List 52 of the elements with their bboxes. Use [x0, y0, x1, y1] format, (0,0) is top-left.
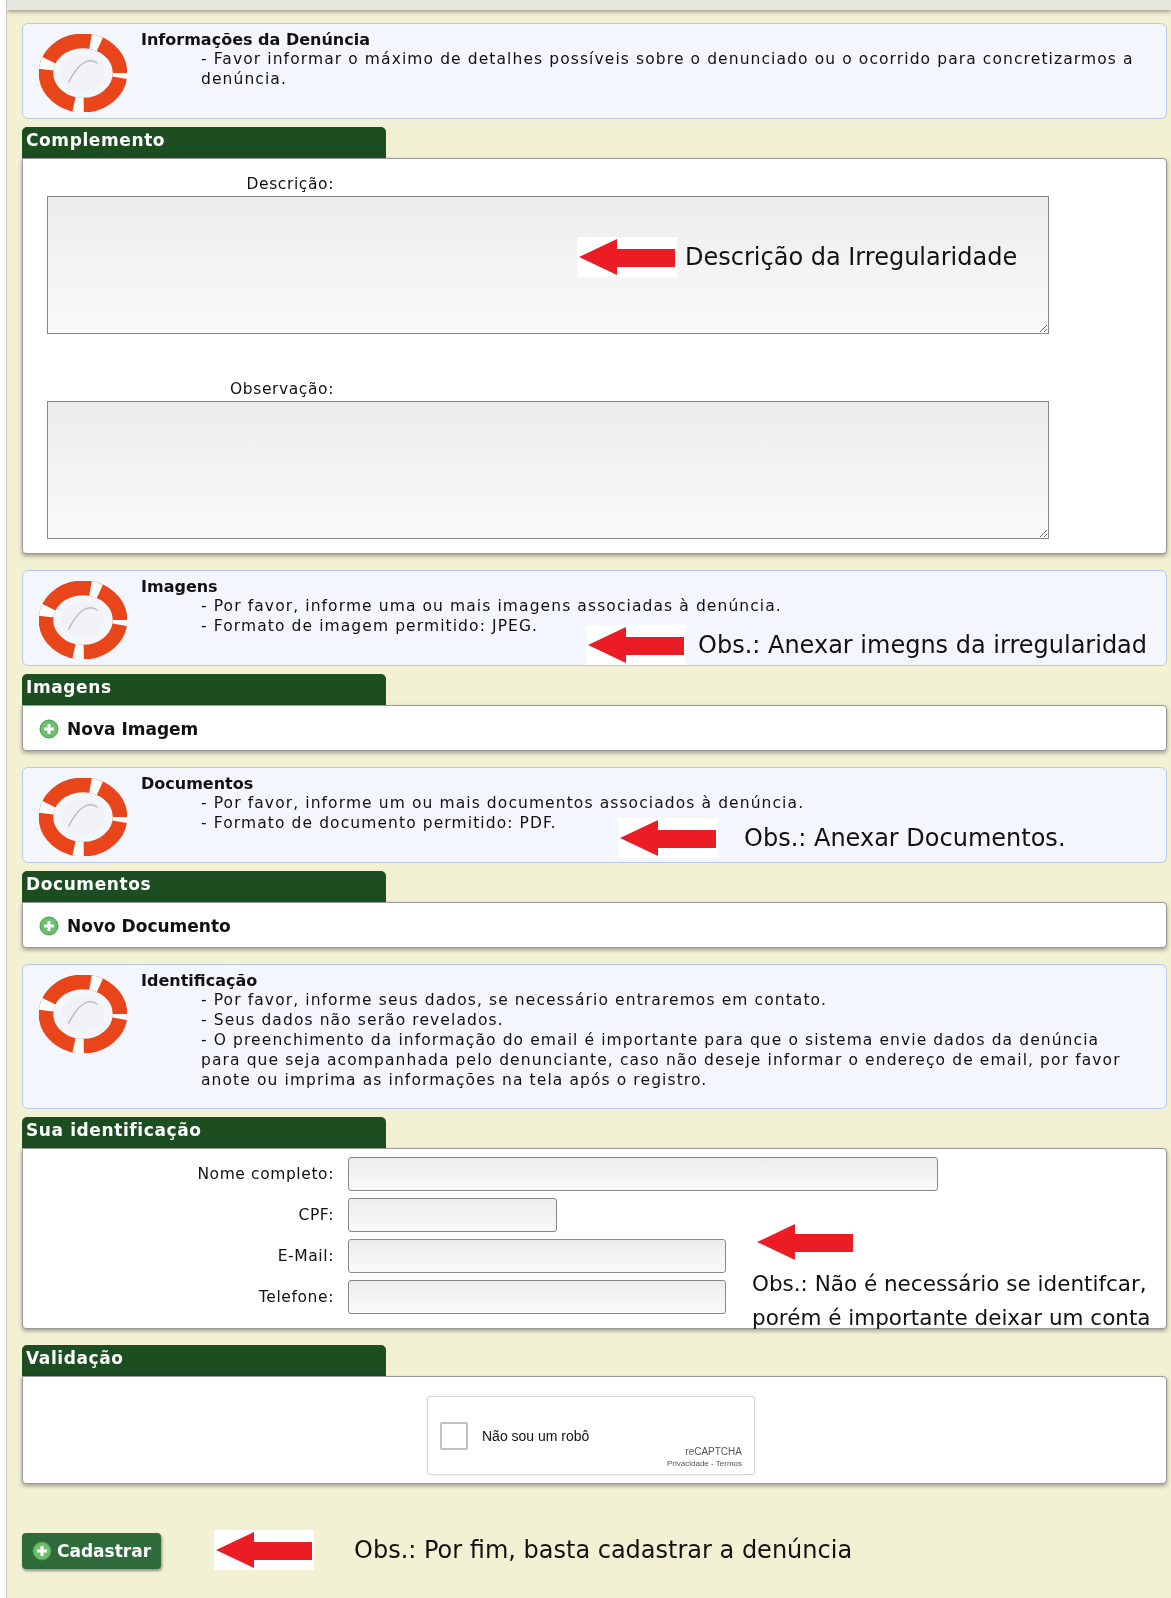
field-label: Telefone:: [257, 1288, 334, 1306]
annotation-text: Obs.: Não é necessário se identifcar,: [752, 1270, 1148, 1298]
field-label: Descrição:: [245, 175, 334, 193]
text-area[interactable]: [47, 196, 1049, 334]
section-header: Documentos: [22, 871, 386, 902]
brand-label: reCAPTCHA: [685, 1446, 742, 1457]
field-label: E-Mail:: [276, 1247, 334, 1265]
field-label: Observação:: [228, 380, 334, 398]
submit-button[interactable]: Cadastrar: [22, 1533, 162, 1569]
lifebuoy-icon: [39, 778, 127, 856]
info-text: - Formato de documento permitido: PDF.: [201, 813, 558, 833]
info-text: - Por favor, informe um ou mais documentos associados à denúncia.: [201, 793, 806, 813]
annotation-text: Obs.: Anexar imegns da irregularidad: [698, 630, 1148, 661]
arrow-icon: [214, 1530, 314, 1570]
info-text: - Formato de imagem permitido: JPEG.: [201, 616, 540, 636]
info-text: - Por favor, informe seus dados, se necessário entraremos em contato.: [201, 990, 828, 1010]
info-title: Identificação: [141, 971, 259, 990]
section-header: Imagens: [22, 674, 386, 705]
info-text: - Seus dados não serão revelados.: [201, 1010, 505, 1030]
arrow-icon: [577, 237, 677, 277]
input-field[interactable]: [348, 1157, 938, 1191]
input-field[interactable]: [348, 1239, 726, 1273]
plus-icon: [32, 1541, 52, 1561]
lifebuoy-icon: [39, 581, 127, 659]
privacy-terms-link[interactable]: Privacidade - Termos: [667, 1459, 742, 1468]
add-link[interactable]: Nova Imagem: [39, 719, 199, 739]
info-title: Imagens: [141, 577, 219, 596]
arrow-icon: [755, 1222, 855, 1262]
section-header: Validação: [22, 1345, 386, 1376]
info-title: Documentos: [141, 774, 255, 793]
annotation-text: Obs.: Anexar Documentos.: [744, 823, 1066, 854]
input-field[interactable]: [348, 1198, 557, 1232]
plus-icon: [39, 719, 59, 739]
field-label: Nome completo:: [196, 1165, 334, 1183]
lifebuoy-icon: [39, 975, 127, 1053]
plus-icon: [39, 916, 59, 936]
annotation-text: Obs.: Por fim, basta cadastrar a denúncia: [354, 1535, 853, 1566]
lifebuoy-icon: [39, 34, 127, 112]
checkbox-label: Não sou um robô: [482, 1427, 591, 1444]
arrow-icon: [618, 818, 718, 858]
input-field[interactable]: [348, 1280, 726, 1314]
info-text: - Favor informar o máximo de detalhes possíveis sobre o denunciado ou o ocorrido para concretizarmos a denúncia.: [201, 49, 1135, 89]
info-title: Informações da Denúncia: [141, 30, 371, 49]
section-header: Complemento: [22, 127, 386, 158]
checkbox[interactable]: [440, 1421, 468, 1450]
section-header: Sua identificação: [22, 1117, 386, 1148]
add-link[interactable]: Novo Documento: [39, 916, 231, 936]
annotation-text: porém é importante deixar um conta: [752, 1304, 1151, 1332]
field-label: CPF:: [297, 1206, 334, 1224]
info-text: - O preenchimento da informação do email é importante para que o sistema envie dados da denúncia para que seja acompanhada pelo denunciante, caso não deseje informar o endereço de email, por favor anote ou imprima as informações na tela após o registro.: [201, 1030, 1122, 1090]
annotation-text: Descrição da Irregularidade: [685, 242, 1018, 273]
info-text: - Por favor, informe uma ou mais imagens associadas à denúncia.: [201, 596, 783, 616]
